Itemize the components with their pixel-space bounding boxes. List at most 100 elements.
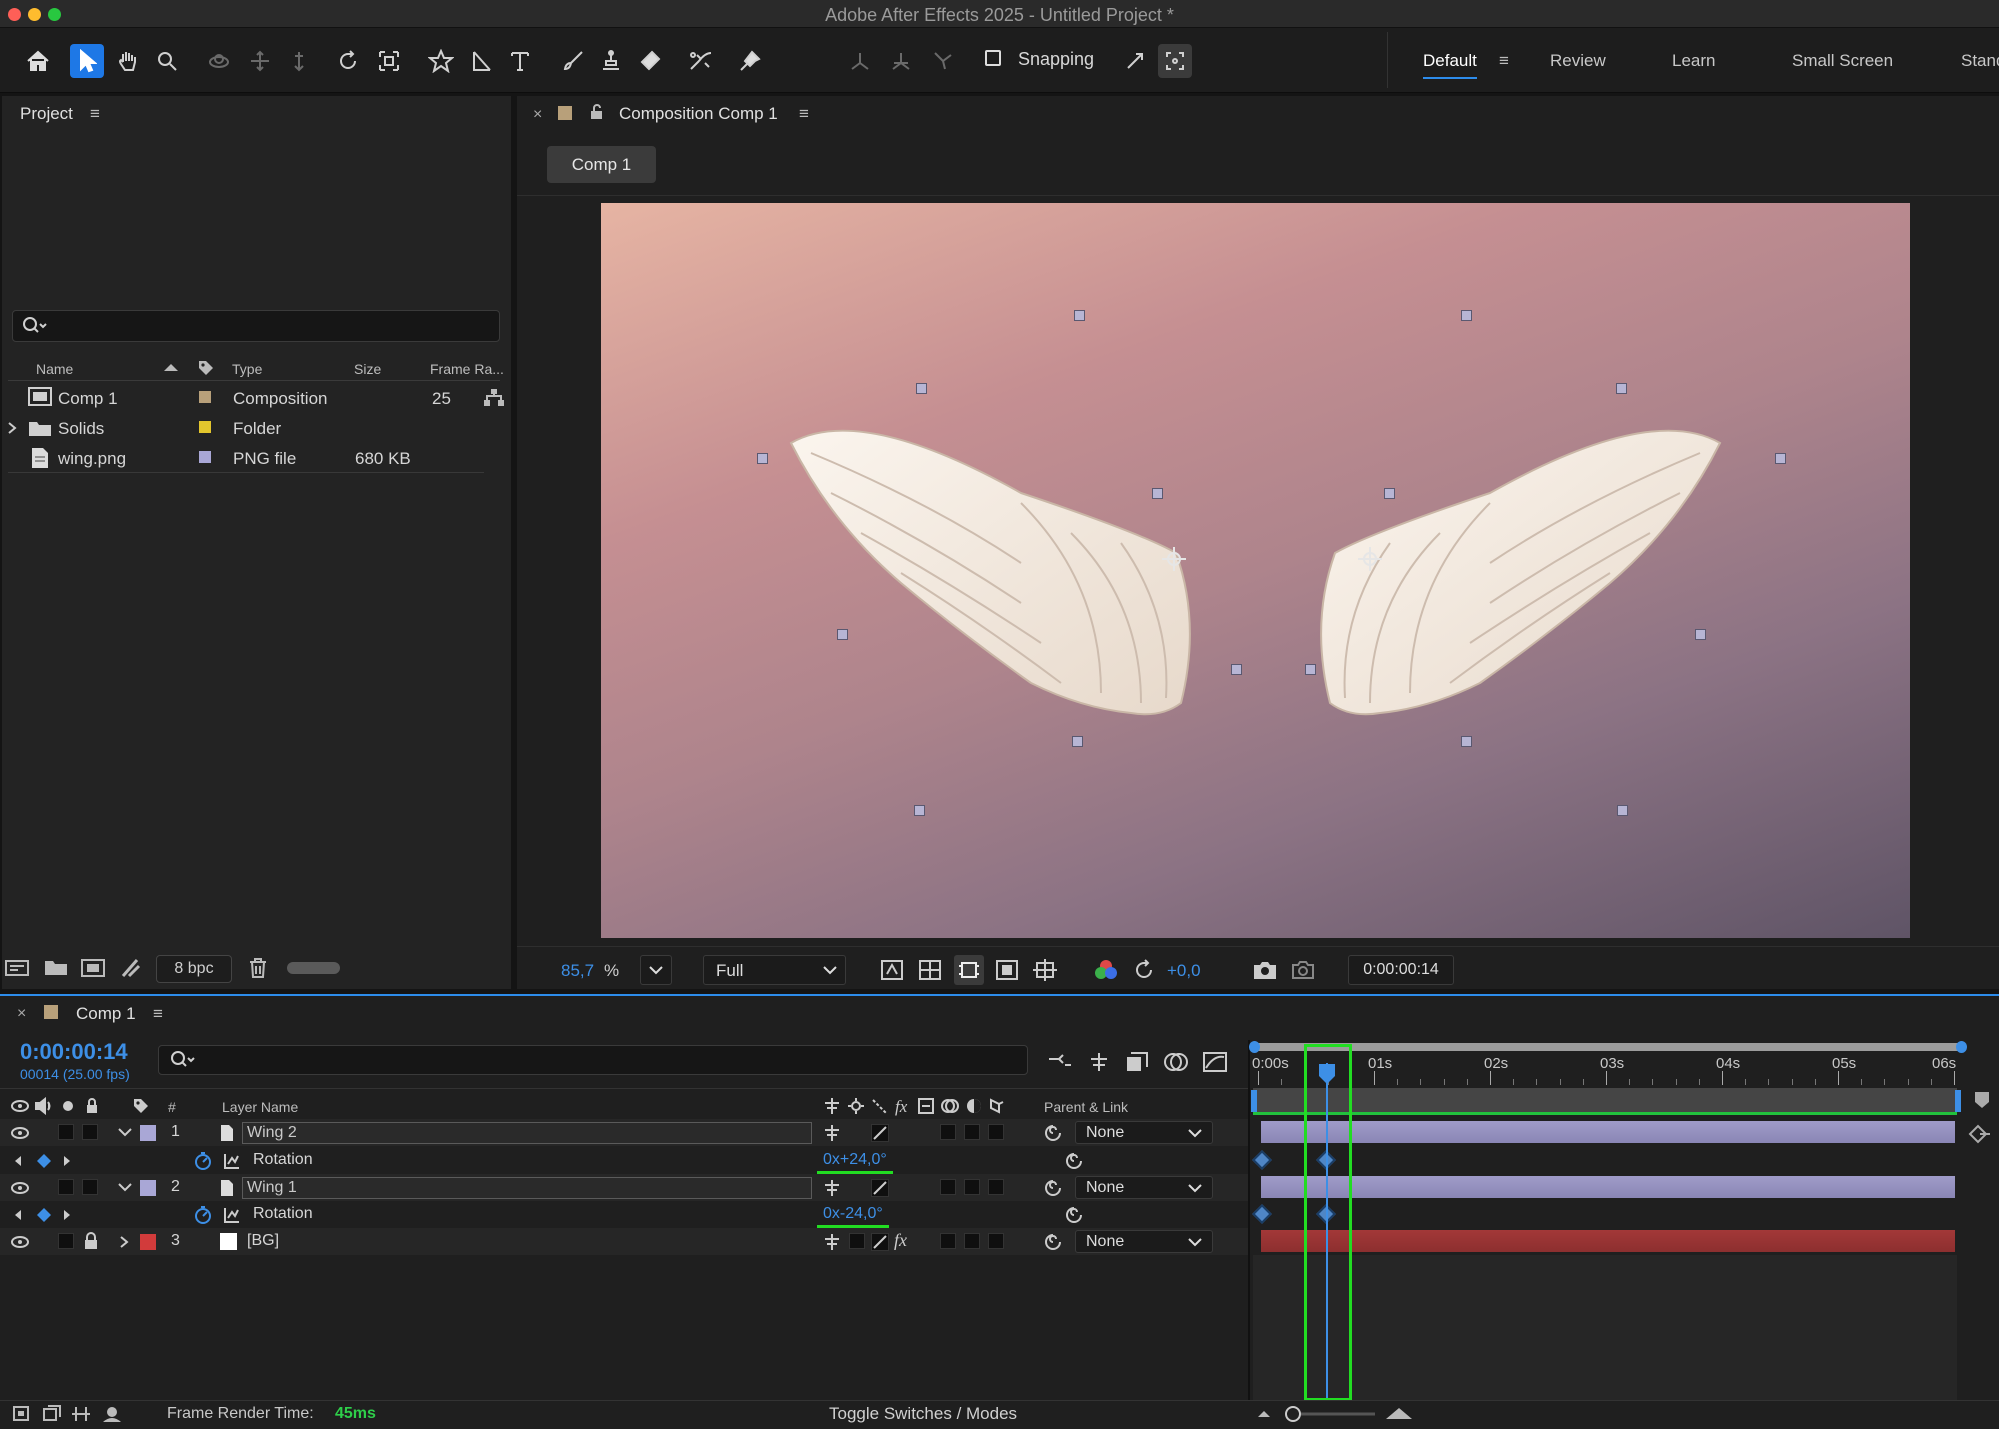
graph-icon[interactable] bbox=[223, 1206, 241, 1224]
previous-keyframe-icon[interactable] bbox=[13, 1209, 23, 1221]
exposure-value[interactable]: +0,0 bbox=[1167, 961, 1201, 981]
transform-handle[interactable] bbox=[1461, 310, 1472, 321]
snap-features-icon[interactable] bbox=[1158, 44, 1192, 78]
composition-canvas[interactable] bbox=[601, 203, 1910, 938]
expand-arrow-icon[interactable] bbox=[118, 1235, 130, 1249]
comp-button-icon[interactable] bbox=[1968, 1124, 1992, 1144]
project-search-input[interactable] bbox=[12, 310, 500, 342]
frame-blending-icon[interactable] bbox=[1122, 1047, 1152, 1077]
workspace-standard[interactable]: Stand bbox=[1961, 51, 1999, 71]
solo-switch[interactable] bbox=[58, 1233, 74, 1249]
parent-dropdown[interactable]: None bbox=[1075, 1230, 1213, 1253]
column-type[interactable]: Type bbox=[232, 361, 262, 377]
clone-stamp-icon[interactable] bbox=[594, 44, 628, 78]
expand-arrow-icon[interactable] bbox=[6, 421, 18, 435]
transform-handle[interactable] bbox=[1617, 805, 1628, 816]
transparency-grid-icon[interactable] bbox=[916, 955, 944, 985]
zoom-value[interactable]: 85,7 bbox=[561, 961, 594, 981]
label-color-swatch[interactable] bbox=[140, 1234, 156, 1250]
transform-handle[interactable] bbox=[1072, 736, 1083, 747]
lock-switch[interactable] bbox=[82, 1124, 98, 1140]
graph-icon[interactable] bbox=[223, 1152, 241, 1170]
composition-menu-icon[interactable]: ≡ bbox=[799, 104, 809, 124]
transform-handle[interactable] bbox=[1461, 736, 1472, 747]
mask-visibility-icon[interactable] bbox=[954, 955, 984, 985]
workspace-menu-icon[interactable]: ≡ bbox=[1499, 51, 1509, 71]
column-frame-rate[interactable]: Frame Ra... bbox=[430, 361, 504, 377]
resolution-dropdown[interactable]: Full bbox=[703, 955, 846, 985]
axis-view-icon[interactable] bbox=[926, 44, 960, 78]
timeline-menu-icon[interactable]: ≡ bbox=[153, 1004, 163, 1024]
stopwatch-icon[interactable] bbox=[193, 1151, 213, 1171]
label-color-swatch[interactable] bbox=[199, 391, 211, 403]
work-area-bar[interactable] bbox=[1253, 1043, 1962, 1051]
snapshot-camera-icon[interactable] bbox=[1250, 955, 1280, 985]
pan-behind-icon[interactable] bbox=[372, 44, 406, 78]
fx-switch-icon[interactable]: fx bbox=[894, 1230, 907, 1251]
zoom-dropdown[interactable] bbox=[640, 955, 672, 985]
layer-name-field[interactable]: [BG] bbox=[247, 1232, 279, 1250]
layer-name-field[interactable]: Wing 2 bbox=[242, 1122, 812, 1144]
timeline-tab[interactable]: Comp 1 bbox=[76, 1004, 136, 1024]
transform-handle[interactable] bbox=[1695, 629, 1706, 640]
timeline-bottom-icons[interactable] bbox=[12, 1404, 124, 1424]
table-row[interactable]: 3 [BG] fx None bbox=[0, 1228, 1250, 1255]
transform-handle[interactable] bbox=[757, 453, 768, 464]
solo-switch[interactable] bbox=[58, 1179, 74, 1195]
eraser-tool-icon[interactable] bbox=[633, 44, 667, 78]
rotation-value[interactable]: 0x+24,0° bbox=[823, 1151, 887, 1169]
transform-handle[interactable] bbox=[1152, 488, 1163, 499]
close-tab-icon[interactable]: × bbox=[17, 1005, 26, 1023]
label-tag-icon[interactable] bbox=[197, 359, 215, 377]
frame-blend-switch[interactable] bbox=[940, 1124, 956, 1140]
table-row[interactable]: 1 Wing 2 None bbox=[0, 1119, 1250, 1146]
label-color-swatch[interactable] bbox=[140, 1125, 156, 1141]
axis-world-icon[interactable] bbox=[884, 44, 918, 78]
label-color-swatch[interactable] bbox=[140, 1180, 156, 1196]
shape-star-icon[interactable] bbox=[424, 44, 458, 78]
eye-icon[interactable] bbox=[10, 1235, 30, 1249]
transform-handle[interactable] bbox=[916, 383, 927, 394]
workspace-learn[interactable]: Learn bbox=[1672, 51, 1715, 71]
region-of-interest-icon[interactable] bbox=[993, 955, 1021, 985]
frame-blend-switch[interactable] bbox=[940, 1179, 956, 1195]
next-keyframe-icon[interactable] bbox=[62, 1209, 72, 1221]
trash-icon[interactable] bbox=[248, 957, 268, 979]
label-color-swatch[interactable] bbox=[199, 421, 211, 433]
viewer-timecode[interactable]: 0:00:00:14 bbox=[1348, 955, 1454, 985]
reset-exposure-icon[interactable] bbox=[1130, 955, 1158, 985]
stopwatch-icon[interactable] bbox=[193, 1205, 213, 1225]
bit-depth-button[interactable]: 8 bpc bbox=[156, 955, 232, 983]
work-area-end-handle[interactable] bbox=[1956, 1041, 1967, 1053]
column-size[interactable]: Size bbox=[354, 361, 381, 377]
type-tool-icon[interactable] bbox=[503, 44, 537, 78]
solo-switch[interactable] bbox=[58, 1124, 74, 1140]
snap-edges-icon[interactable] bbox=[1118, 44, 1152, 78]
pick-whip-icon[interactable] bbox=[1043, 1178, 1063, 1198]
layer-bar-bg[interactable] bbox=[1261, 1230, 1955, 1252]
color-channels-icon[interactable] bbox=[1092, 955, 1120, 985]
add-keyframe-icon[interactable] bbox=[36, 1207, 52, 1223]
axis-local-icon[interactable] bbox=[843, 44, 877, 78]
graph-editor-icon[interactable] bbox=[1200, 1047, 1230, 1077]
brush-tool-icon[interactable] bbox=[556, 44, 590, 78]
list-item[interactable]: wing.png bbox=[58, 449, 126, 469]
motion-blur-switch[interactable] bbox=[964, 1124, 980, 1140]
snapping-checkbox[interactable] bbox=[985, 50, 1001, 66]
lock-icon[interactable] bbox=[83, 1232, 99, 1250]
frame-blend-switch[interactable] bbox=[940, 1233, 956, 1249]
transform-handle[interactable] bbox=[1775, 453, 1786, 464]
chevron-down-icon[interactable] bbox=[117, 1181, 133, 1193]
grid-guides-icon[interactable] bbox=[1031, 955, 1059, 985]
flowchart-icon[interactable] bbox=[484, 388, 504, 408]
home-icon[interactable] bbox=[21, 44, 55, 78]
roto-brush-icon[interactable] bbox=[684, 44, 718, 78]
sort-ascending-icon[interactable] bbox=[162, 362, 180, 372]
interpret-footage-icon[interactable] bbox=[4, 958, 32, 978]
orbit-camera-icon[interactable] bbox=[203, 44, 237, 78]
pan-camera-icon[interactable] bbox=[243, 44, 277, 78]
adjustment-switch[interactable] bbox=[988, 1179, 1004, 1195]
parent-dropdown[interactable]: None bbox=[1075, 1121, 1213, 1144]
property-row[interactable]: Rotation 0x+24,0° bbox=[0, 1147, 1250, 1174]
column-name[interactable]: Name bbox=[36, 361, 73, 377]
